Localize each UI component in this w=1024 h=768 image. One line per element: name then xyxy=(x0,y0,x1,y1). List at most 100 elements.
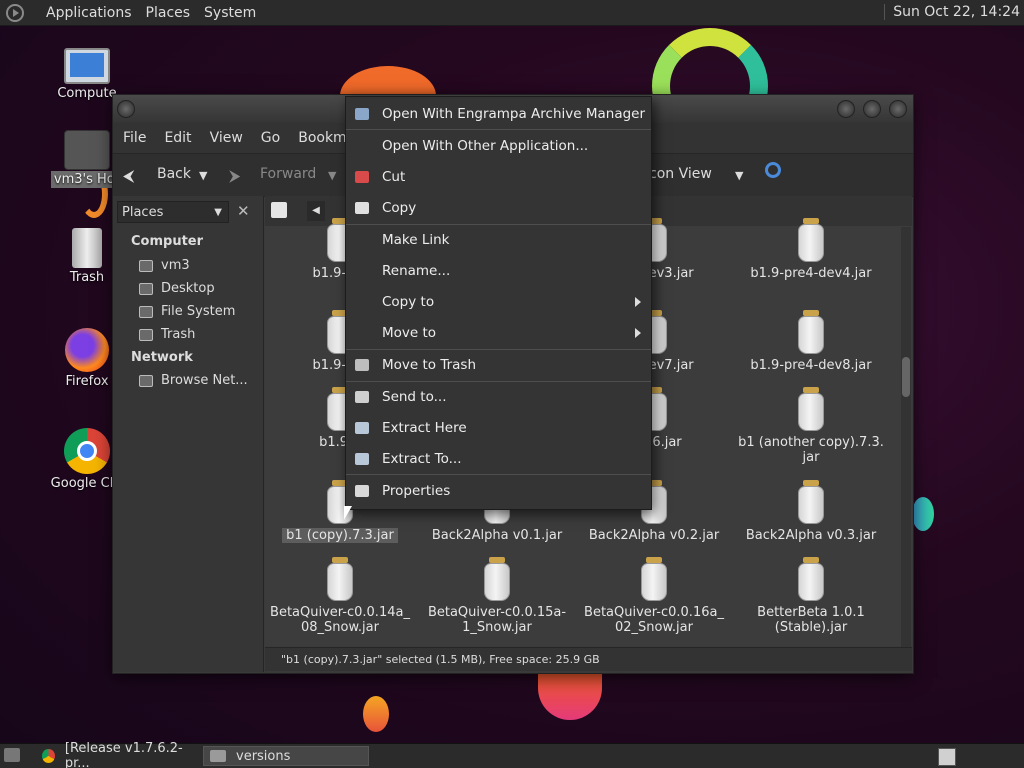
show-desktop-icon[interactable] xyxy=(4,748,20,762)
sidebar-selector[interactable]: Places ▼ xyxy=(117,201,229,223)
menu-item-rename[interactable]: Rename... xyxy=(346,256,651,286)
maximize-button[interactable] xyxy=(863,100,881,118)
workspace-switcher[interactable] xyxy=(938,748,956,766)
view-mode-dropdown-icon[interactable]: ▼ xyxy=(735,169,743,182)
sidebar-item-file-system[interactable]: File System xyxy=(139,304,235,319)
file-item[interactable]: Back2Alpha v0.3.jar xyxy=(736,480,886,543)
sidebar-item-label: Browse Net... xyxy=(161,373,248,388)
file-label: BetaQuiver-c0.0.15a- 1_Snow.jar xyxy=(427,605,567,635)
menu-item-open-with-engrampa-archive-manager[interactable]: Open With Engrampa Archive Manager xyxy=(346,99,651,129)
menu-item-extract-here[interactable]: Extract Here xyxy=(346,413,651,443)
file-item[interactable]: b1 (another copy).7.3. jar xyxy=(736,387,886,465)
jar-file-icon xyxy=(325,557,355,601)
menu-item-label: Open With Engrampa Archive Manager xyxy=(382,106,646,122)
menu-item-send-to[interactable]: Send to... xyxy=(346,382,651,412)
menu-item-copy-to[interactable]: Copy to xyxy=(346,287,651,317)
sidebar-item-browse-network[interactable]: Browse Net... xyxy=(139,373,248,388)
wallpaper-teal-drop xyxy=(912,497,934,531)
wallpaper-pink-circle xyxy=(538,672,602,720)
folder-icon xyxy=(210,750,226,762)
forward-button[interactable]: Forward xyxy=(260,166,316,182)
view-mode-select[interactable]: con View xyxy=(649,166,712,182)
menu-separator xyxy=(346,474,651,475)
sidebar-section-network: Network xyxy=(131,350,193,365)
jar-file-icon xyxy=(796,557,826,601)
menu-item-copy[interactable]: Copy xyxy=(346,193,651,223)
context-menu: Open With Engrampa Archive Manager Open W… xyxy=(345,96,652,510)
mouse-cursor-icon xyxy=(344,506,352,520)
file-label: b1 (another copy).7.3. jar xyxy=(738,435,884,465)
menu-separator xyxy=(346,129,651,130)
menu-item-properties[interactable]: Properties xyxy=(346,476,651,506)
submenu-arrow-icon xyxy=(635,328,641,338)
menu-item-label: Extract Here xyxy=(382,420,467,436)
home-icon xyxy=(139,259,153,272)
menu-item-open-with-other-application[interactable]: Open With Other Application... xyxy=(346,131,651,161)
back-history-dropdown-icon[interactable]: ▼ xyxy=(199,169,207,182)
menu-file[interactable]: File xyxy=(123,130,146,146)
task-versions[interactable]: versions xyxy=(203,746,369,766)
desktop-icon-label: Compute xyxy=(57,86,117,101)
menu-item-label: Rename... xyxy=(382,263,451,279)
send-icon xyxy=(355,391,369,403)
menu-view[interactable]: View xyxy=(210,130,243,146)
system-menu[interactable]: System xyxy=(204,5,256,21)
task-chrome[interactable]: [Release v1.7.6.2-pr... xyxy=(36,741,202,768)
menu-edit[interactable]: Edit xyxy=(164,130,191,146)
scissors-icon xyxy=(355,171,369,183)
menu-item-label: Send to... xyxy=(382,389,447,405)
menu-item-extract-to[interactable]: Extract To... xyxy=(346,444,651,474)
scrollbar[interactable] xyxy=(901,227,911,647)
file-item[interactable]: BetterBeta 1.0.1 (Stable).jar xyxy=(736,557,886,635)
file-item[interactable]: b1.9-pre4-dev4.jar xyxy=(736,218,886,281)
mate-logo-icon[interactable] xyxy=(6,3,24,22)
menu-item-label: Open With Other Application... xyxy=(382,138,589,154)
sidebar-item-label: vm3 xyxy=(161,258,190,273)
archive-icon xyxy=(355,453,369,465)
jar-file-icon xyxy=(796,387,826,431)
file-label: Back2Alpha v0.2.jar xyxy=(588,528,720,543)
menu-item-label: Move to Trash xyxy=(382,357,477,373)
drive-icon xyxy=(139,305,153,318)
back-arrow-icon[interactable]: ⮜ xyxy=(123,166,134,186)
engrampa-icon xyxy=(355,108,369,120)
sidebar-item-vm3[interactable]: vm3 xyxy=(139,258,190,273)
menu-item-move-to-trash[interactable]: Move to Trash xyxy=(346,350,651,380)
sidebar: Places ▼ ✕ Computer vm3 Desktop File Sys… xyxy=(113,196,264,672)
sidebar-item-desktop[interactable]: Desktop xyxy=(139,281,215,296)
menu-item-label: Properties xyxy=(382,483,451,499)
sidebar-item-trash[interactable]: Trash xyxy=(139,327,195,342)
menu-go[interactable]: Go xyxy=(261,130,280,146)
file-item[interactable]: BetaQuiver-c0.0.16a_ 02_Snow.jar xyxy=(579,557,729,635)
forward-history-dropdown-icon[interactable]: ▼ xyxy=(328,169,336,182)
edit-location-icon[interactable] xyxy=(271,202,287,218)
file-item[interactable]: b1.9-pre4-dev8.jar xyxy=(736,310,886,373)
menu-item-label: Extract To... xyxy=(382,451,462,467)
file-item[interactable]: BetaQuiver-c0.0.14a_ 08_Snow.jar xyxy=(265,557,415,635)
close-button[interactable] xyxy=(889,100,907,118)
chevron-down-icon: ▼ xyxy=(214,207,222,218)
minimize-button[interactable] xyxy=(837,100,855,118)
scrollbar-thumb[interactable] xyxy=(902,357,910,397)
file-label: BetaQuiver-c0.0.16a_ 02_Snow.jar xyxy=(584,605,724,635)
places-menu[interactable]: Places xyxy=(146,5,191,21)
back-button[interactable]: Back xyxy=(157,166,191,182)
status-bar: "b1 (copy).7.3.jar" selected (1.5 MB), F… xyxy=(265,647,912,671)
sidebar-selector-label: Places xyxy=(122,205,164,220)
menu-item-label: Move to xyxy=(382,325,437,341)
menu-item-cut[interactable]: Cut xyxy=(346,162,651,192)
trash-icon xyxy=(139,328,153,341)
menu-item-move-to[interactable]: Move to xyxy=(346,318,651,348)
applications-menu[interactable]: Applications xyxy=(46,5,132,21)
file-label: b1.9-pre4-dev8.jar xyxy=(750,358,872,373)
close-sidebar-icon[interactable]: ✕ xyxy=(237,202,250,220)
search-icon[interactable] xyxy=(765,162,781,178)
file-item[interactable]: BetaQuiver-c0.0.15a- 1_Snow.jar xyxy=(422,557,572,635)
file-label: b1 (copy).7.3.jar xyxy=(282,528,398,543)
sidebar-item-label: Desktop xyxy=(161,281,215,296)
clock[interactable]: Sun Oct 22, 14:24 xyxy=(884,4,1020,20)
menu-item-make-link[interactable]: Make Link xyxy=(346,225,651,255)
window-menu-button[interactable] xyxy=(117,100,135,118)
archive-icon xyxy=(355,422,369,434)
forward-arrow-icon[interactable]: ⮞ xyxy=(229,166,241,186)
